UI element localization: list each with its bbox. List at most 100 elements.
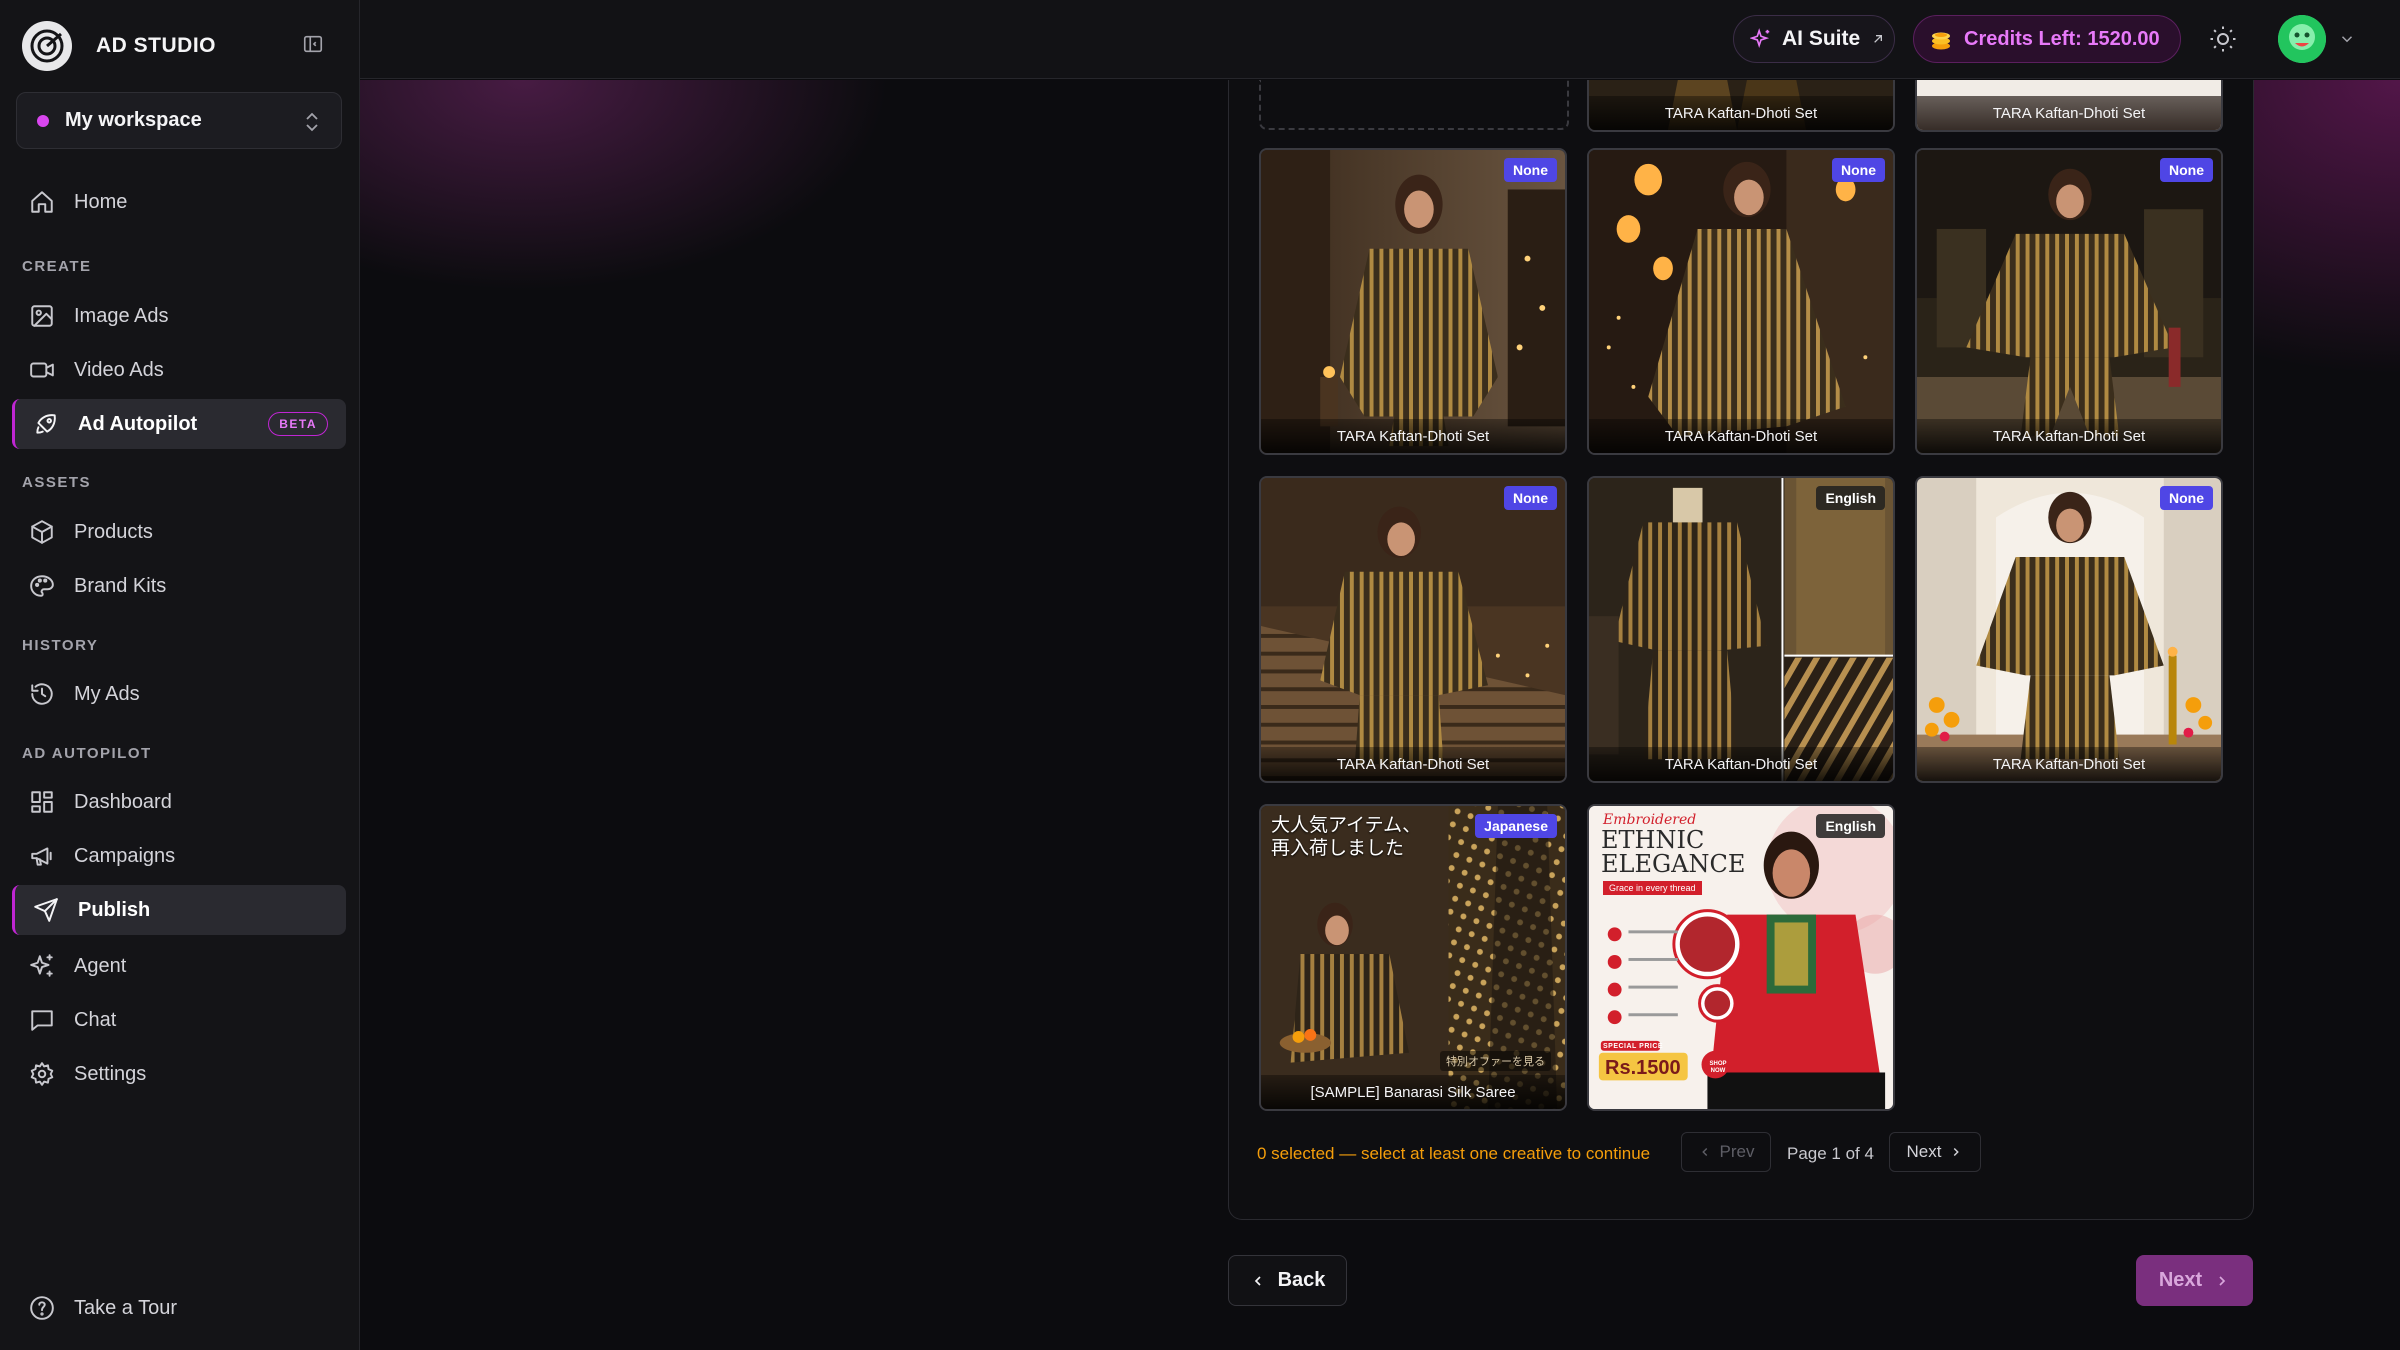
sidebar-item-chat[interactable]: Chat xyxy=(12,995,346,1045)
sidebar-item-video-ads[interactable]: Video Ads xyxy=(12,345,346,395)
sidebar-item-label: Ad Autopilot xyxy=(78,412,198,435)
take-a-tour-link[interactable]: Take a Tour xyxy=(28,1294,177,1322)
workspace-name: My workspace xyxy=(65,109,202,131)
next-page-button[interactable]: Next xyxy=(1889,1132,1981,1172)
external-link-icon xyxy=(1874,35,1883,43)
sidebar-item-image-ads[interactable]: Image Ads xyxy=(12,291,346,341)
beta-badge: BETA xyxy=(268,412,328,436)
creative-caption: [SAMPLE] Banarasi Silk Saree xyxy=(1261,1075,1565,1109)
prev-page-button[interactable]: Prev xyxy=(1681,1132,1771,1172)
language-badge: English xyxy=(1816,486,1885,510)
home-icon xyxy=(28,188,56,216)
palette-icon xyxy=(28,572,56,600)
sidebar-item-home[interactable]: Home xyxy=(12,177,346,227)
sidebar-item-my-ads[interactable]: My Ads xyxy=(12,669,346,719)
sidebar-item-label: Publish xyxy=(78,898,151,921)
creative-card[interactable]: None TARA Kaftan-Dhoti Set xyxy=(1915,148,2223,455)
creative-card-placeholder[interactable] xyxy=(1259,80,1569,130)
language-badge: None xyxy=(1504,486,1557,510)
ad-headline-line2: ELEGANCE xyxy=(1601,850,1746,878)
sparkles-icon xyxy=(28,952,56,980)
language-badge: None xyxy=(2160,486,2213,510)
sidebar-item-label: Home xyxy=(74,190,128,213)
language-badge: None xyxy=(2160,158,2213,182)
workspace-dot xyxy=(37,114,49,127)
ad-headline: ETHNIC ELEGANCE xyxy=(1601,828,1745,876)
creative-image xyxy=(1589,478,1893,781)
page-indicator: Page 1 of 4 xyxy=(1787,1144,1874,1163)
sidebar-item-label: Settings xyxy=(74,1062,147,1085)
sidebar-item-products[interactable]: Products xyxy=(12,507,346,557)
creative-card[interactable]: 大人気アイテム、 再入荷しました 特別オファーを見る Japanese [SAM… xyxy=(1259,804,1567,1111)
sidebar-item-publish[interactable]: Publish xyxy=(12,885,346,935)
creative-caption: TARA Kaftan-Dhoti Set xyxy=(1589,747,1893,781)
ad-cta-jp: 特別オファーを見る xyxy=(1440,1051,1551,1071)
creative-image xyxy=(1261,150,1565,453)
brand[interactable]: AD STUDIO xyxy=(22,20,338,72)
top-bar: AI Suite Credits Left: 1520.00 xyxy=(360,0,2400,79)
creatives-panel: TARA Kaftan-Dhoti Set TARA Kaftan-Dhoti … xyxy=(1228,80,2254,1220)
section-create: CREATE xyxy=(22,258,92,275)
sidebar-item-label: Products xyxy=(74,520,153,543)
image-icon xyxy=(28,302,56,330)
workspace-selector[interactable]: My workspace xyxy=(16,92,342,149)
sidebar-item-campaigns[interactable]: Campaigns xyxy=(12,831,346,881)
creative-image xyxy=(1261,478,1565,781)
back-button[interactable]: Back xyxy=(1228,1255,1347,1306)
creative-card[interactable]: English TARA Kaftan-Dhoti Set xyxy=(1587,476,1895,783)
avatar[interactable] xyxy=(2278,15,2326,63)
creative-card[interactable]: Embroidered ETHNIC ELEGANCE Grace in eve… xyxy=(1587,804,1895,1111)
section-ad-autopilot: AD AUTOPILOT xyxy=(22,745,152,762)
next-button[interactable]: Next xyxy=(2136,1255,2253,1306)
prev-label: Prev xyxy=(1719,1142,1755,1161)
sidebar-item-dashboard[interactable]: Dashboard xyxy=(12,777,346,827)
sidebar-item-ad-autopilot[interactable]: Ad Autopilot BETA xyxy=(12,399,346,449)
package-icon xyxy=(28,518,56,546)
chevron-right-icon xyxy=(2219,1275,2226,1286)
selection-status: 0 selected — select at least one creativ… xyxy=(1257,1144,1651,1163)
ad-headline-jp-line2: 再入荷しました xyxy=(1271,837,1405,859)
creative-card[interactable]: None TARA Kaftan-Dhoti Set xyxy=(1259,476,1567,783)
rocket-icon xyxy=(32,410,60,438)
creative-card[interactable]: TARA Kaftan-Dhoti Set xyxy=(1587,80,1895,132)
ad-headline-jp: 大人気アイテム、 再入荷しました xyxy=(1271,814,1421,860)
creative-card[interactable]: None TARA Kaftan-Dhoti Set xyxy=(1259,148,1567,455)
creative-card[interactable]: TARA Kaftan-Dhoti Set xyxy=(1915,80,2223,132)
creative-image xyxy=(1589,150,1893,453)
sidebar-item-brand-kits[interactable]: Brand Kits xyxy=(12,561,346,611)
credits-button[interactable]: Credits Left: 1520.00 xyxy=(1913,15,2181,63)
creative-card[interactable]: None TARA Kaftan-Dhoti Set xyxy=(1587,148,1895,455)
ai-suite-label: AI Suite xyxy=(1782,27,1861,50)
language-badge: None xyxy=(1832,158,1885,182)
ad-shop-now: SHOP NOW xyxy=(1709,1061,1727,1074)
sidebar-item-label: Campaigns xyxy=(74,844,176,867)
sidebar-item-agent[interactable]: Agent xyxy=(12,941,346,991)
sidebar-item-label: Agent xyxy=(74,954,127,977)
language-badge: None xyxy=(1504,158,1557,182)
creative-caption: TARA Kaftan-Dhoti Set xyxy=(1261,747,1565,781)
language-badge: Japanese xyxy=(1475,814,1557,838)
ai-suite-button[interactable]: AI Suite xyxy=(1733,15,1895,63)
sidebar-item-label: Dashboard xyxy=(74,790,172,813)
sparkles-icon xyxy=(1750,28,1770,49)
chevron-left-icon xyxy=(1701,1147,1707,1157)
creative-image xyxy=(1917,478,2221,781)
chevron-down-icon[interactable] xyxy=(2338,30,2356,48)
creative-card[interactable]: None TARA Kaftan-Dhoti Set xyxy=(1915,476,2223,783)
theme-toggle-sun-icon[interactable] xyxy=(2208,24,2238,54)
sidebar-item-label: My Ads xyxy=(74,682,140,705)
ad-special-label: SPECIAL PRICE xyxy=(1603,1043,1664,1050)
gear-icon xyxy=(28,1060,56,1088)
chevrons-up-down-icon xyxy=(306,112,318,132)
creative-caption: TARA Kaftan-Dhoti Set xyxy=(1589,96,1893,130)
collapse-sidebar-icon[interactable] xyxy=(302,33,328,59)
sidebar-item-settings[interactable]: Settings xyxy=(12,1049,346,1099)
creative-image xyxy=(1917,150,2221,453)
creative-caption: TARA Kaftan-Dhoti Set xyxy=(1589,419,1893,453)
coins-icon xyxy=(1932,32,1950,50)
next-page-label: Next xyxy=(1906,1142,1942,1161)
ad-tag: Grace in every thread xyxy=(1603,881,1702,895)
creative-caption: TARA Kaftan-Dhoti Set xyxy=(1261,419,1565,453)
section-assets: ASSETS xyxy=(22,474,92,491)
creative-caption: TARA Kaftan-Dhoti Set xyxy=(1917,96,2221,130)
